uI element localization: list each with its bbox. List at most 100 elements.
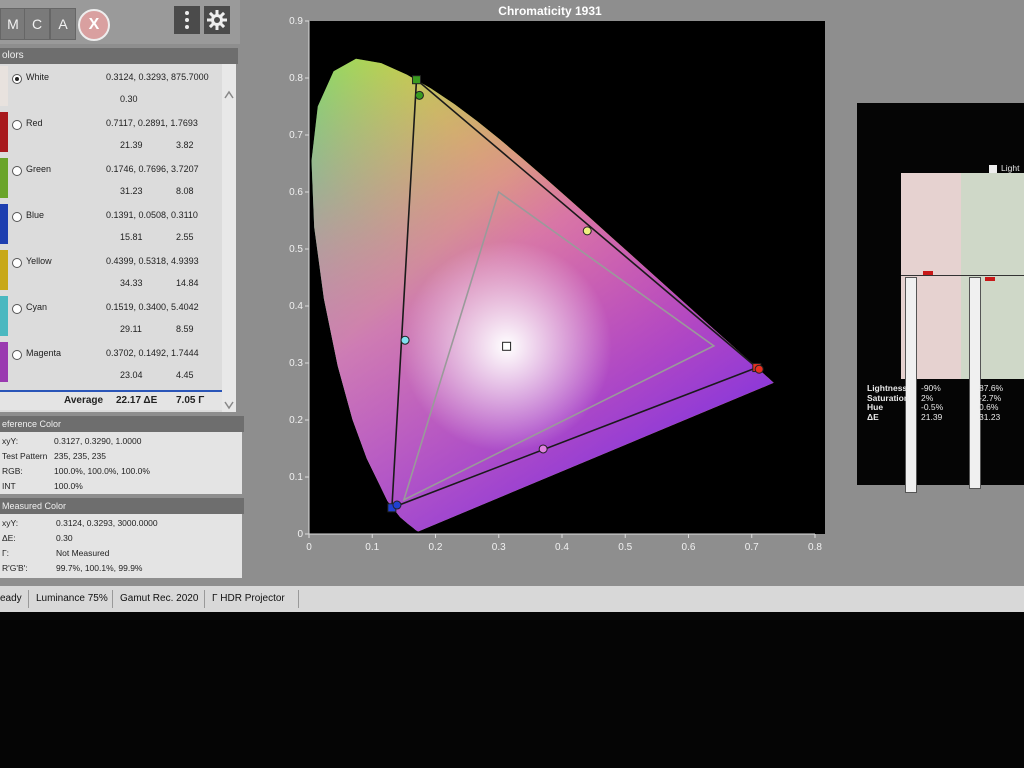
detail-key: Test Pattern xyxy=(2,451,48,461)
x-tick-label: 0.3 xyxy=(492,542,506,553)
color-row-white[interactable]: White 0.3124, 0.3293, 875.7000 0.30 xyxy=(0,64,222,110)
y-tick-label: 0.1 xyxy=(289,472,303,483)
detail-key: ΔE: xyxy=(2,533,16,543)
side-table-value-green: 0.6% xyxy=(979,402,999,412)
target-green-marker xyxy=(412,75,422,85)
average-row: Average 22.17 ΔE 7.05 Γ xyxy=(0,390,222,410)
color-row-yellow[interactable]: Yellow 0.4399, 0.5318, 4.9393 34.33 14.84 xyxy=(0,248,222,294)
color-xyy: 0.7117, 0.2891, 1.7693 xyxy=(106,118,198,128)
color-xyy: 0.3124, 0.3293, 875.7000 xyxy=(106,72,209,82)
color-name: Magenta xyxy=(26,348,62,358)
reference-color-details: xyY: 0.3127, 0.3290, 1.0000 Test Pattern 23… xyxy=(0,432,242,494)
color-swatch xyxy=(0,204,8,244)
detail-value: Not Measured xyxy=(56,548,110,558)
status-luminance: Luminance 75% xyxy=(36,593,108,604)
y-tick-label: 0.3 xyxy=(289,358,303,369)
y-tick-label: 0.6 xyxy=(289,187,303,198)
x-tick-label: 0.4 xyxy=(555,542,569,553)
detail-key: xyY: xyxy=(2,436,19,446)
green-marker xyxy=(985,277,995,281)
y-tick-label: 0.5 xyxy=(289,244,303,255)
color-name: White xyxy=(26,72,50,82)
measured-white-marker xyxy=(502,341,512,351)
status-ready: eady xyxy=(0,593,22,604)
kebab-menu-icon[interactable] xyxy=(174,6,200,34)
color-name: Red xyxy=(26,118,43,128)
toolbar-button-m[interactable]: M xyxy=(0,8,26,40)
average-gamma: 7.05 Γ xyxy=(176,395,205,406)
side-table-label: Lightness xyxy=(867,383,908,393)
side-table-value-red: -0.5% xyxy=(921,402,944,412)
color-xyy: 0.4399, 0.5318, 4.9393 xyxy=(106,256,199,266)
color-swatch xyxy=(0,158,8,198)
side-table-value-green: -2.7% xyxy=(979,392,1002,403)
status-bar: eady Luminance 75% Gamut Rec. 2020 Γ HDR… xyxy=(0,586,1024,612)
y-tick-label: 0.4 xyxy=(289,301,303,312)
color-name: Cyan xyxy=(26,302,48,312)
color-gamma: 8.08 xyxy=(176,186,194,196)
color-xyy: 0.1519, 0.3400, 5.4042 xyxy=(106,302,199,312)
detail-key: INT xyxy=(2,481,16,491)
colors-scrollbar[interactable] xyxy=(222,64,236,412)
y-tick-label: 0.2 xyxy=(289,415,303,426)
side-table-value-green: 87.6% xyxy=(979,383,1004,393)
color-swatch xyxy=(0,250,8,290)
side-table-label: ΔE xyxy=(867,411,879,422)
color-detail-panel: Light Lightness -90% 87.6% Saturation 2% -2.7… xyxy=(857,103,1024,493)
measured-yellow-marker xyxy=(582,226,592,236)
status-profile: Γ HDR Projector xyxy=(212,593,285,604)
y-tick-label: 0.9 xyxy=(289,16,303,27)
side-table-label: Hue xyxy=(867,402,884,412)
x-tick-label: 0 xyxy=(306,542,312,553)
x-tick-label: 0.2 xyxy=(429,542,443,553)
detail-value: 99.7%, 100.1%, 99.9% xyxy=(56,563,143,573)
color-row-cyan[interactable]: Cyan 0.1519, 0.3400, 5.4042 29.11 8.59 xyxy=(0,294,222,340)
color-radio[interactable] xyxy=(12,166,22,176)
measured-magenta-marker xyxy=(538,444,548,454)
x-tick-label: 0.6 xyxy=(682,542,696,553)
color-radio[interactable] xyxy=(12,258,22,268)
status-separator xyxy=(112,590,113,608)
status-separator xyxy=(28,590,29,608)
color-row-magenta[interactable]: Magenta 0.3702, 0.1492, 1.7444 23.04 4.45 xyxy=(0,340,222,386)
color-radio[interactable] xyxy=(12,350,22,360)
color-name: Green xyxy=(26,164,52,174)
color-radio[interactable] xyxy=(12,74,22,84)
toolbar-button-c[interactable]: C xyxy=(24,8,50,40)
status-separator xyxy=(298,590,299,608)
y-tick-label: 0.7 xyxy=(289,130,303,141)
average-delta-e: 22.17 ΔE xyxy=(116,395,158,406)
toolbar-button-a[interactable]: A xyxy=(50,8,76,40)
color-delta-e: 21.39 xyxy=(120,140,143,150)
color-radio[interactable] xyxy=(12,120,22,130)
colors-list: White 0.3124, 0.3293, 875.7000 0.30 Red 0.71… xyxy=(0,64,222,412)
chromaticity-chart: 0 0.1 0.2 0.3 0.4 0.5 0.6 0.7 0.8 0 0.1 0.2 0.3 0.4 0.… xyxy=(289,16,825,553)
side-table-value-red: 21.39 xyxy=(921,411,943,422)
detail-value: 0.3127, 0.3290, 1.0000 xyxy=(54,436,142,446)
color-gamma: 14.84 xyxy=(176,278,199,288)
red-marker xyxy=(923,271,933,275)
color-row-red[interactable]: Red 0.7117, 0.2891, 1.7693 21.39 3.82 xyxy=(0,110,222,156)
color-delta-e: 34.33 xyxy=(120,278,143,288)
color-radio[interactable] xyxy=(12,304,22,314)
gear-icon[interactable] xyxy=(204,6,230,34)
measured-color-details: xyY: 0.3124, 0.3293, 3000.0000 ΔE: 0.30 Γ: No… xyxy=(0,514,242,578)
color-radio[interactable] xyxy=(12,212,22,222)
side-table-value-red: 2% xyxy=(921,392,934,403)
legend-swatch xyxy=(989,165,997,173)
status-gamut: Gamut Rec. 2020 xyxy=(120,593,199,604)
detail-value: 235, 235, 235 xyxy=(54,451,106,461)
reference-color-header: eference Color xyxy=(0,416,244,432)
x-tick-label: 0.1 xyxy=(365,542,379,553)
color-delta-e: 0.30 xyxy=(120,94,138,104)
close-button[interactable]: X xyxy=(78,9,110,41)
detail-value: 100.0%, 100.0%, 100.0% xyxy=(54,466,150,476)
color-delta-e: 29.11 xyxy=(120,324,142,334)
side-table-value-green: 31.23 xyxy=(979,411,1001,422)
target-line xyxy=(901,275,1024,276)
bar-chart-area xyxy=(901,173,1024,379)
color-name: Yellow xyxy=(26,256,52,266)
color-row-green[interactable]: Green 0.1746, 0.7696, 3.7207 31.23 8.08 xyxy=(0,156,222,202)
side-table-value-red: -90% xyxy=(921,383,941,393)
color-row-blue[interactable]: Blue 0.1391, 0.0508, 0.3110 15.81 2.55 xyxy=(0,202,222,248)
